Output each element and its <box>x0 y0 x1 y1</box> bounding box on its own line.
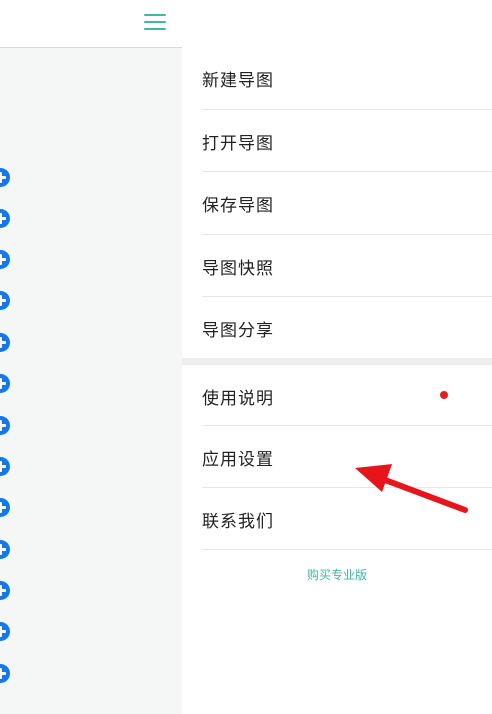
add-node-icon[interactable] <box>0 622 10 641</box>
add-node-icon[interactable] <box>0 168 10 187</box>
add-node-icon[interactable] <box>0 540 10 559</box>
notification-dot <box>440 391 448 399</box>
canvas-panel <box>0 0 182 714</box>
add-node-icon[interactable] <box>0 457 10 476</box>
add-node-icon[interactable] <box>0 209 10 228</box>
menu-item-label: 保存导图 <box>202 195 274 216</box>
menu-item-label: 应用设置 <box>202 449 274 470</box>
top-bar <box>0 0 182 48</box>
menu-item-share-map[interactable]: 导图分享 <box>202 297 492 359</box>
red-arrow-icon <box>355 464 468 513</box>
add-node-icon[interactable] <box>0 664 10 683</box>
menu-item-map-snapshot[interactable]: 导图快照 <box>202 235 492 297</box>
side-drawer: 新建导图 打开导图 保存导图 导图快照 导图分享 使用说明 应用设置 联系我们 … <box>182 0 492 714</box>
buy-pro-link[interactable]: 购买专业版 <box>182 566 492 586</box>
section-separator <box>182 358 492 365</box>
add-node-icon[interactable] <box>0 374 10 393</box>
add-node-icon[interactable] <box>0 333 10 352</box>
hamburger-line <box>144 21 166 23</box>
add-node-icon[interactable] <box>0 498 10 517</box>
add-node-icon[interactable] <box>0 416 10 435</box>
hamburger-line <box>144 14 166 16</box>
menu-item-label: 联系我们 <box>202 511 274 532</box>
add-node-icon[interactable] <box>0 250 10 269</box>
menu-item-label: 新建导图 <box>202 70 274 91</box>
add-node-icon[interactable] <box>0 581 10 600</box>
menu-item-label: 打开导图 <box>202 133 274 154</box>
hamburger-icon[interactable] <box>144 13 166 31</box>
divider <box>202 549 492 550</box>
menu-item-label: 导图快照 <box>202 258 274 279</box>
menu-item-label: 导图分享 <box>202 320 274 341</box>
menu-item-new-map[interactable]: 新建导图 <box>202 47 492 109</box>
menu-item-label: 使用说明 <box>202 388 274 409</box>
add-node-icon[interactable] <box>0 291 10 310</box>
menu-item-instructions[interactable]: 使用说明 <box>202 365 492 427</box>
menu-item-open-map[interactable]: 打开导图 <box>202 110 492 172</box>
menu-item-save-map[interactable]: 保存导图 <box>202 172 492 234</box>
hamburger-line <box>144 28 166 30</box>
